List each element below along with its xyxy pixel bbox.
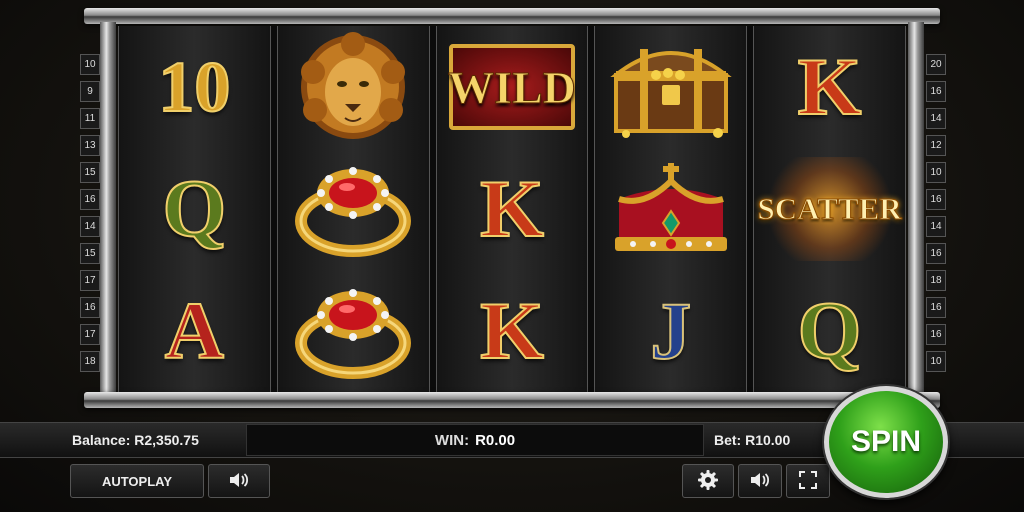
- scatter-symbol: SCATTER: [757, 157, 902, 261]
- payline-number: 16: [926, 297, 946, 318]
- payline-number: 10: [80, 54, 100, 75]
- symbol-k: K: [479, 163, 545, 254]
- fullscreen-icon: [799, 470, 817, 492]
- spin-button[interactable]: SPIN: [824, 386, 948, 498]
- payline-number: 12: [926, 135, 946, 156]
- symbol-cell: SCATTER: [757, 153, 902, 265]
- lion-icon: [283, 31, 423, 143]
- payline-number: 10: [926, 162, 946, 183]
- payline-number: 9: [80, 81, 100, 102]
- symbol-cell: A: [124, 275, 264, 387]
- payline-number: 13: [80, 135, 100, 156]
- reel-frame-bottom: [84, 392, 940, 408]
- payline-number: 10: [926, 351, 946, 372]
- symbol-cell: Q: [124, 153, 264, 265]
- payline-number: 15: [80, 243, 100, 264]
- reel-frame-top: [84, 8, 940, 24]
- symbol-cell: 10: [124, 31, 264, 143]
- payline-number: 16: [926, 243, 946, 264]
- payline-number: 18: [80, 351, 100, 372]
- symbol-cell: K: [442, 275, 582, 387]
- symbol-cell: K: [442, 153, 582, 265]
- payline-number: 16: [80, 189, 100, 210]
- payline-number: 18: [926, 270, 946, 291]
- payline-indicators-right: 20 16 14 12 10 16 14 16 18 16 16 10: [926, 54, 946, 372]
- reel-2: [276, 26, 430, 392]
- win-display: WIN: R0.00: [246, 424, 704, 456]
- payline-number: 16: [80, 297, 100, 318]
- wild-label: WILD: [448, 61, 577, 113]
- payline-number: 17: [80, 324, 100, 345]
- reel-5: K SCATTER Q: [753, 26, 906, 392]
- payline-number: 14: [926, 108, 946, 129]
- speaker-icon: [749, 471, 771, 492]
- symbol-a: A: [164, 285, 225, 376]
- symbol-k: K: [797, 41, 863, 132]
- symbol-j: J: [649, 285, 692, 376]
- bet-display: Bet: R10.00: [714, 432, 791, 448]
- payline-number: 17: [80, 270, 100, 291]
- payline-number: 20: [926, 54, 946, 75]
- payline-number: 14: [80, 216, 100, 237]
- balance-display: Balance: R2,350.75: [72, 432, 199, 448]
- gear-icon: [697, 469, 719, 494]
- reel-grid: 10 Q A WILD K K J K SCATTER Q: [118, 26, 906, 392]
- symbol-q: Q: [797, 285, 863, 376]
- symbol-ten: 10: [157, 47, 231, 127]
- reel-3: WILD K K: [435, 26, 589, 392]
- symbol-cell: K: [760, 31, 900, 143]
- payline-number: 11: [80, 108, 100, 129]
- payline-indicators-left: 10 9 11 13 15 16 14 15 17 16 17 18: [80, 54, 100, 372]
- wild-symbol: WILD: [448, 44, 577, 130]
- ring-icon: [283, 153, 423, 265]
- payline-number: 16: [926, 324, 946, 345]
- ring-icon: [283, 275, 423, 387]
- win-value: R0.00: [475, 431, 516, 449]
- fullscreen-button[interactable]: [786, 464, 830, 498]
- payline-number: 16: [926, 189, 946, 210]
- payline-number: 16: [926, 81, 946, 102]
- scatter-label: SCATTER: [757, 191, 902, 227]
- symbol-q: Q: [161, 163, 227, 254]
- volume-button[interactable]: [738, 464, 782, 498]
- payline-number: 14: [926, 216, 946, 237]
- symbol-k: K: [479, 285, 545, 376]
- symbol-cell: WILD: [442, 31, 582, 143]
- sound-button[interactable]: [208, 464, 270, 498]
- settings-button[interactable]: [682, 464, 734, 498]
- symbol-cell: Q: [760, 275, 900, 387]
- crown-icon: [601, 153, 741, 265]
- autoplay-button[interactable]: AUTOPLAY: [70, 464, 204, 498]
- payline-number: 15: [80, 162, 100, 183]
- reel-4: J: [594, 26, 748, 392]
- chest-icon: [601, 31, 741, 143]
- reel-frame-left: [100, 22, 116, 394]
- speaker-icon: [228, 471, 250, 492]
- reel-frame-right: [908, 22, 924, 394]
- win-label: WIN:: [434, 431, 470, 449]
- spin-label: SPIN: [850, 425, 922, 458]
- reel-1: 10 Q A: [118, 26, 271, 392]
- symbol-cell: J: [601, 275, 741, 387]
